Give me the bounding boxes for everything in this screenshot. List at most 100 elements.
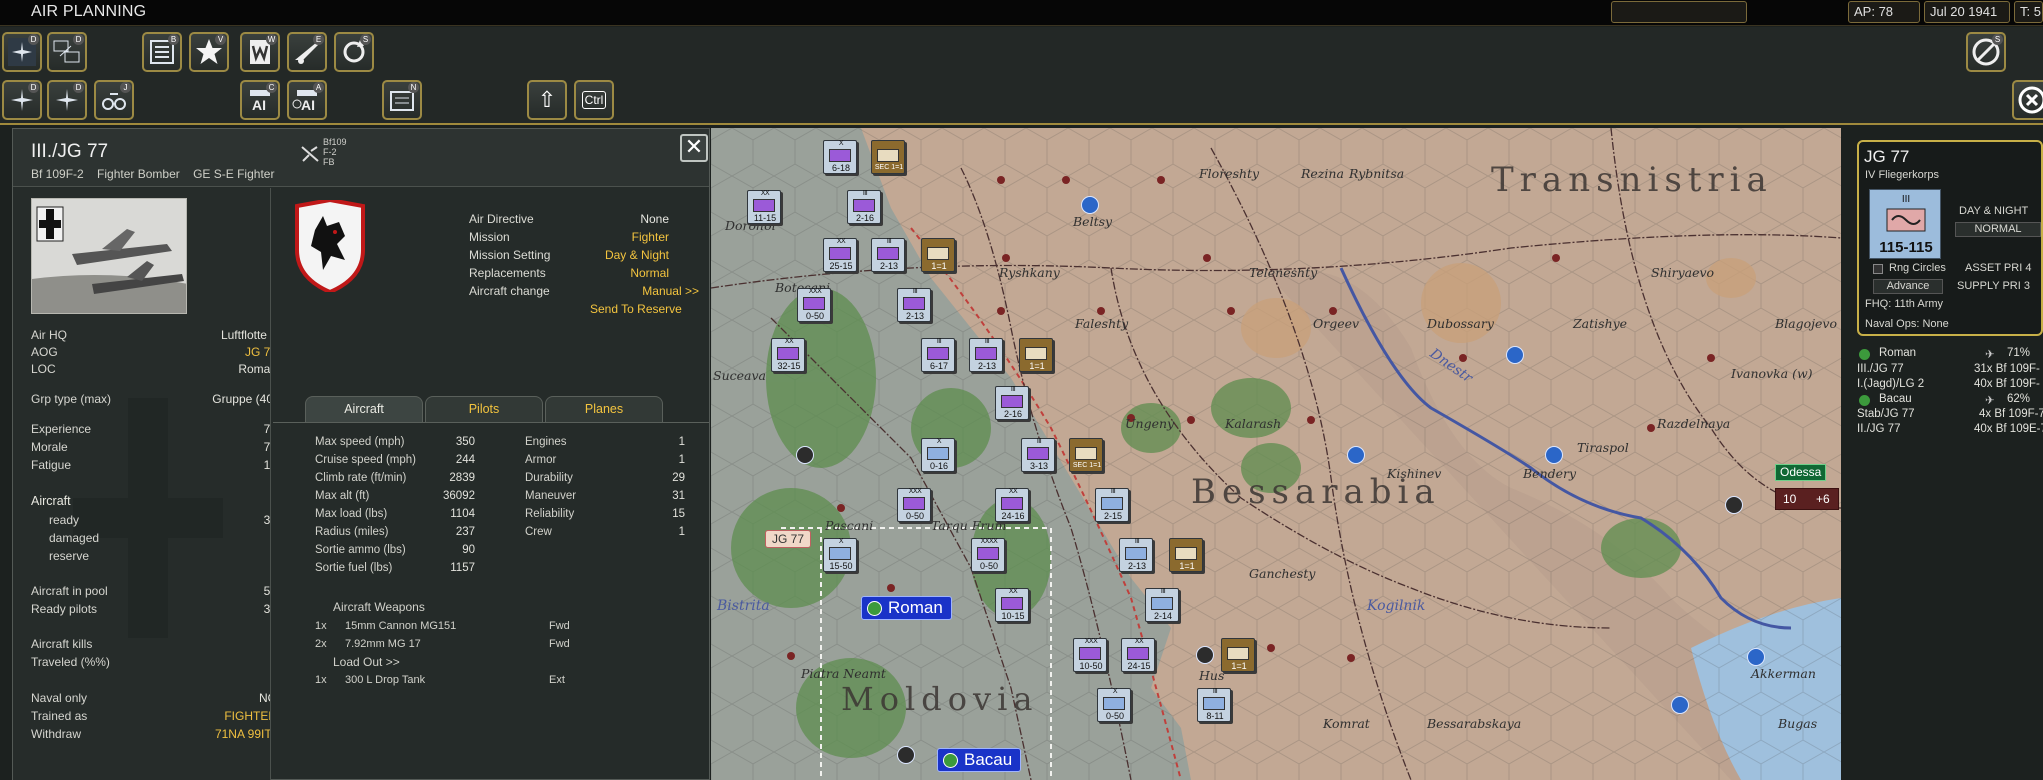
airbase-marker-icon[interactable] bbox=[897, 746, 915, 764]
unit-counter[interactable]: III 2-16 bbox=[995, 386, 1029, 420]
airbase-marker-icon[interactable] bbox=[1506, 346, 1524, 364]
unit-counter[interactable]: 1=1 bbox=[921, 238, 955, 272]
unit-counter[interactable]: X 6-18 bbox=[823, 140, 857, 174]
row-mission[interactable]: Mission Fighter bbox=[469, 230, 669, 246]
row-air-directive[interactable]: Air Directive None bbox=[469, 212, 669, 228]
row-aircraft-change[interactable]: Aircraft change Manual >> bbox=[469, 284, 699, 300]
fighter-icon bbox=[301, 146, 319, 162]
ai-control-button[interactable]: AI C bbox=[240, 80, 280, 120]
hq-supply-pri[interactable]: SUPPLY PRI 3 bbox=[1957, 280, 2030, 292]
odessa-victory-box[interactable]: 10 +6 bbox=[1775, 488, 1839, 510]
hq-counter[interactable]: III 115-115 bbox=[1869, 189, 1941, 259]
factory-button[interactable]: N bbox=[382, 80, 422, 120]
town-label: Orgeev bbox=[1313, 316, 1360, 331]
refresh-button[interactable]: S bbox=[334, 32, 374, 72]
unit-counter[interactable]: XX 32-15 bbox=[771, 338, 805, 372]
airbase-marker-icon[interactable] bbox=[1545, 446, 1563, 464]
loadout-link[interactable]: Load Out >> bbox=[333, 655, 400, 669]
unit-counter[interactable]: III 2-13 bbox=[1119, 538, 1153, 572]
air-group-row[interactable]: II./JG 77 40x Bf 109E-7 bbox=[1857, 423, 2043, 438]
unit-header: III./JG 77 Bf 109F-2 Fighter Bomber GE S… bbox=[13, 129, 709, 187]
tab-pilots[interactable]: Pilots bbox=[425, 396, 543, 422]
air-group-row[interactable]: Stab/JG 77 4x Bf 109F-7 bbox=[1857, 408, 2043, 423]
unit-counter[interactable]: III 2-13 bbox=[897, 288, 931, 322]
send-to-reserve-link[interactable]: Send To Reserve bbox=[590, 302, 682, 316]
unit-counter[interactable]: 1=1 bbox=[1221, 638, 1255, 672]
transports-filter-button[interactable]: D bbox=[47, 80, 87, 120]
unit-counter[interactable]: XX 11-15 bbox=[747, 190, 781, 224]
town-label: Kishinev bbox=[1387, 466, 1442, 481]
unit-counter[interactable]: 1=1 bbox=[1169, 538, 1203, 572]
unit-counter[interactable]: III 2-14 bbox=[1145, 588, 1179, 622]
shift-key-button[interactable]: ⇧ bbox=[527, 80, 567, 120]
tab-planes[interactable]: Planes bbox=[545, 396, 663, 422]
airbase-marker-icon[interactable] bbox=[1347, 446, 1365, 464]
city-roman[interactable]: Roman bbox=[861, 596, 952, 620]
airbase-marker-icon[interactable] bbox=[1081, 196, 1099, 214]
stat-withdraw[interactable]: Withdraw 71NA 99IT.. bbox=[31, 727, 270, 743]
victory-button[interactable]: V bbox=[189, 32, 229, 72]
advance-button[interactable]: Advance bbox=[1873, 279, 1943, 294]
air-group-row[interactable]: III./JG 77 31x Bf 109F- bbox=[1857, 363, 2043, 378]
unit-counter[interactable]: III 2-13 bbox=[871, 238, 905, 272]
stat-ready-pilots: Ready pilots 31 bbox=[31, 602, 271, 616]
row-mission-setting[interactable]: Mission Setting Day & Night bbox=[469, 248, 669, 264]
close-button[interactable]: ✕ bbox=[680, 134, 708, 162]
hq-corps: IV Fliegerkorps bbox=[1865, 169, 1939, 181]
airbase-marker-icon[interactable] bbox=[1747, 648, 1765, 666]
airbase-marker-icon[interactable] bbox=[1671, 696, 1689, 714]
ai-auto-button[interactable]: AI A bbox=[287, 80, 327, 120]
air-missions-button[interactable]: E bbox=[287, 32, 327, 72]
unit-counter[interactable]: III 6-17 bbox=[921, 338, 955, 372]
unit-counter[interactable]: XXXX 0-50 bbox=[971, 538, 1005, 572]
stat-aircraft-kills: Aircraft kills 0 bbox=[31, 637, 93, 651]
unit-counter[interactable]: XXX 0-50 bbox=[797, 288, 831, 322]
unit-counter[interactable]: III 2-13 bbox=[969, 338, 1003, 372]
unit-counter[interactable]: III 3-13 bbox=[1021, 438, 1055, 472]
bombers-filter-button[interactable]: D bbox=[2, 80, 42, 120]
row-replacements[interactable]: Replacements Normal bbox=[469, 266, 669, 282]
hq-asset-pri[interactable]: ASSET PRI 4 bbox=[1965, 262, 2031, 274]
unit-counter[interactable]: XX 24-15 bbox=[1121, 638, 1155, 672]
hq-normal-button[interactable]: NORMAL bbox=[1955, 222, 2041, 237]
unit-counter[interactable]: XX 24-16 bbox=[995, 488, 1029, 522]
air-transfer-button[interactable]: D bbox=[47, 32, 87, 72]
unit-counter[interactable]: X 0-50 bbox=[1097, 688, 1131, 722]
odessa-label[interactable]: Odessa bbox=[1775, 464, 1827, 481]
airbase-marker-icon[interactable] bbox=[796, 446, 814, 464]
stat-trained-as[interactable]: Trained as FIGHTER bbox=[31, 709, 270, 725]
rng-circles-checkbox[interactable] bbox=[1873, 264, 1883, 274]
unit-counter[interactable]: 1=1 bbox=[1019, 338, 1053, 372]
ctrl-key-button[interactable]: Ctrl bbox=[574, 80, 614, 120]
unit-counter[interactable]: XX 10-15 bbox=[995, 588, 1029, 622]
air-group-display-button[interactable]: D bbox=[2, 32, 42, 72]
no-fly-button[interactable]: S bbox=[1966, 32, 2006, 72]
unit-counter[interactable]: III 8-11 bbox=[1197, 688, 1231, 722]
city-bacau[interactable]: Bacau bbox=[937, 748, 1022, 772]
unit-counter[interactable]: XXX 0-50 bbox=[897, 488, 931, 522]
town-label: Blagojevo bbox=[1775, 316, 1838, 331]
airbase-marker-icon[interactable] bbox=[1196, 646, 1214, 664]
air-base-row[interactable]: Bacau ✈ 62% bbox=[1857, 393, 2043, 408]
unit-counter[interactable]: SEC 1=1 bbox=[1069, 438, 1103, 472]
unit-counter[interactable]: III 2-15 bbox=[1095, 488, 1129, 522]
unit-counter[interactable]: X 0-16 bbox=[921, 438, 955, 472]
close-map-button[interactable] bbox=[2012, 80, 2043, 120]
hex-map[interactable]: Transnistria Bessarabia Moldovia Floresh… bbox=[711, 128, 1841, 780]
air-base-row[interactable]: Roman ✈ 71% bbox=[1857, 347, 2043, 362]
message-box[interactable] bbox=[1611, 1, 1747, 23]
tab-aircraft[interactable]: Aircraft bbox=[305, 396, 423, 422]
airbase-marker-icon[interactable] bbox=[1725, 496, 1743, 514]
unit-counter[interactable]: III 2-16 bbox=[847, 190, 881, 224]
base-list-button[interactable]: B bbox=[142, 32, 182, 72]
recon-filter-button[interactable]: J bbox=[94, 80, 134, 120]
unit-counter[interactable]: X 15-50 bbox=[823, 538, 857, 572]
jg77-map-tag[interactable]: JG 77 bbox=[765, 530, 812, 548]
town-label: Bendery bbox=[1523, 466, 1577, 481]
unit-counter[interactable]: XX 25-15 bbox=[823, 238, 857, 272]
unit-counter[interactable]: SEC 1=1 bbox=[871, 140, 905, 174]
unit-counter[interactable]: XXX 10-50 bbox=[1073, 638, 1107, 672]
stat-aog[interactable]: AOG JG 77 bbox=[31, 345, 270, 361]
weather-button[interactable]: W bbox=[240, 32, 280, 72]
air-group-row[interactable]: I.(Jagd)/LG 2 40x Bf 109F- bbox=[1857, 378, 2043, 393]
